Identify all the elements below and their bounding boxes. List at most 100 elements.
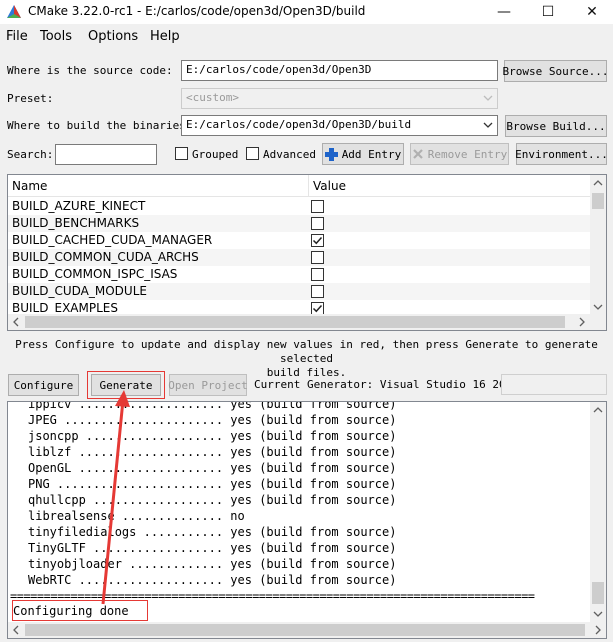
output-line: TinyGLTF .................. yes (build f… — [28, 541, 397, 555]
menu-help[interactable]: Help — [150, 29, 180, 44]
configuring-done-annotation-box — [12, 600, 148, 621]
variable-name: BUILD_CACHED_CUDA_MANAGER — [12, 233, 213, 247]
chevron-down-icon — [483, 95, 493, 101]
remove-entry-button[interactable]: Remove Entry — [410, 143, 509, 165]
close-icon: ✕ — [586, 4, 598, 20]
table-row[interactable]: BUILD_COMMON_ISPC_ISAS — [8, 266, 592, 283]
open-project-button[interactable]: Open Project — [168, 374, 248, 396]
advanced-checkbox[interactable] — [246, 147, 259, 160]
add-entry-label: Add Entry — [341, 147, 402, 161]
scroll-left-icon[interactable] — [8, 622, 24, 638]
value-checkbox[interactable] — [311, 200, 324, 213]
checkmark-icon — [312, 236, 323, 245]
table-horizontal-scrollbar[interactable] — [8, 314, 606, 330]
remove-icon — [412, 149, 423, 159]
table-row[interactable]: BUILD_AZURE_KINECT — [8, 198, 592, 215]
build-path-value: E:/carlos/code/open3d/Open3D/build — [186, 118, 412, 131]
add-entry-button[interactable]: Add Entry — [322, 143, 404, 165]
table-row[interactable]: BUILD_CUDA_MODULE — [8, 283, 592, 300]
browse-build-button[interactable]: Browse Build... — [505, 115, 607, 137]
maximize-button[interactable]: ☐ — [528, 0, 568, 24]
output-line: liblzf .................... yes (build f… — [28, 445, 397, 459]
menu-tools[interactable]: Tools — [40, 29, 72, 44]
output-horizontal-scrollbar[interactable] — [8, 622, 606, 638]
checkmark-icon — [312, 304, 323, 313]
menu-bar: File Tools Options Help — [0, 26, 613, 48]
output-vertical-scrollbar[interactable] — [590, 402, 606, 622]
cache-variables-table[interactable]: Name Value BUILD_AZURE_KINECT BUILD_BENCH… — [7, 174, 607, 331]
variable-name: BUILD_EXAMPLES — [12, 301, 118, 315]
output-line: OpenGL .................... yes (build f… — [28, 461, 397, 475]
configure-button[interactable]: Configure — [8, 374, 79, 396]
variable-name: BUILD_COMMON_ISPC_ISAS — [12, 267, 178, 281]
scroll-right-icon[interactable] — [574, 314, 590, 330]
preset-label: Preset: — [7, 92, 54, 105]
output-line: tinyfiledialogs ........... yes (build f… — [28, 525, 397, 539]
source-label: Where is the source code: — [7, 64, 173, 77]
output-line: jsoncpp ................... yes (build f… — [28, 429, 397, 443]
column-header-value[interactable]: Value — [313, 179, 346, 193]
build-path-combo[interactable]: E:/carlos/code/open3d/Open3D/build — [181, 115, 498, 136]
value-checkbox[interactable] — [311, 234, 324, 247]
scroll-down-icon[interactable] — [590, 299, 606, 315]
scroll-thumb-horizontal[interactable] — [25, 316, 565, 328]
variable-name: BUILD_COMMON_CUDA_ARCHS — [12, 250, 199, 264]
grouped-checkbox[interactable] — [175, 147, 188, 160]
variable-name: BUILD_BENCHMARKS — [12, 216, 140, 230]
value-checkbox[interactable] — [311, 285, 324, 298]
search-label: Search: — [7, 148, 54, 161]
minimize-icon: — — [497, 4, 511, 20]
current-generator-label: Current Generator: Visual Studio 16 2019 — [254, 378, 519, 391]
title-bar: CMake 3.22.0-rc1 - E:/carlos/code/open3d… — [0, 0, 613, 24]
minimize-button[interactable]: — — [484, 0, 524, 24]
column-header-name[interactable]: Name — [12, 179, 47, 193]
output-line: ippicv .................... yes (build f… — [28, 401, 397, 411]
cmake-logo-icon — [7, 5, 21, 18]
grouped-label: Grouped — [192, 148, 239, 161]
variable-name: BUILD_AZURE_KINECT — [12, 199, 146, 213]
table-row[interactable]: BUILD_BENCHMARKS — [8, 215, 592, 232]
preset-value: <custom> — [186, 91, 239, 104]
output-line: qhullcpp .................. yes (build f… — [28, 493, 397, 507]
scroll-right-icon[interactable] — [590, 622, 606, 638]
window-title: CMake 3.22.0-rc1 - E:/carlos/code/open3d… — [28, 4, 366, 18]
table-header: Name Value — [8, 175, 592, 197]
output-line: PNG ....................... yes (build f… — [28, 477, 397, 491]
variable-name: BUILD_CUDA_MODULE — [12, 284, 147, 298]
table-vertical-scrollbar[interactable] — [590, 175, 606, 315]
browse-source-button[interactable]: Browse Source... — [503, 60, 608, 82]
plus-icon — [324, 147, 338, 161]
hint-line-1: Press Configure to update and display ne… — [15, 338, 598, 365]
preset-select[interactable]: <custom> — [181, 88, 498, 109]
search-input[interactable] — [55, 144, 157, 165]
generate-annotation-box — [87, 371, 165, 399]
scroll-up-icon[interactable] — [590, 175, 606, 191]
output-line: WebRTC .................... yes (build f… — [28, 573, 397, 587]
menu-file[interactable]: File — [6, 29, 28, 44]
output-line: librealsense .............. no — [28, 509, 245, 523]
menu-options[interactable]: Options — [88, 29, 138, 44]
environment-button[interactable]: Environment... — [515, 143, 608, 165]
value-checkbox[interactable] — [311, 251, 324, 264]
remove-entry-label: Remove Entry — [427, 147, 508, 161]
build-label: Where to build the binaries: — [7, 119, 193, 132]
value-checkbox[interactable] — [311, 217, 324, 230]
chevron-down-icon — [483, 122, 493, 128]
table-row[interactable]: BUILD_CACHED_CUDA_MANAGER — [8, 232, 592, 249]
output-line: tinyobjloader ............. yes (build f… — [28, 557, 397, 571]
table-row[interactable]: BUILD_COMMON_CUDA_ARCHS — [8, 249, 592, 266]
value-checkbox[interactable] — [311, 268, 324, 281]
scroll-thumb-horizontal[interactable] — [25, 624, 585, 636]
column-divider — [308, 175, 309, 197]
close-button[interactable]: ✕ — [572, 0, 612, 24]
scroll-thumb[interactable] — [592, 582, 604, 604]
advanced-label: Advanced — [263, 148, 316, 161]
scroll-left-icon[interactable] — [8, 314, 24, 330]
scroll-thumb[interactable] — [592, 193, 604, 209]
source-path-input[interactable]: E:/carlos/code/open3d/Open3D — [181, 60, 498, 81]
scroll-down-icon[interactable] — [590, 606, 606, 622]
scroll-up-icon[interactable] — [590, 402, 606, 418]
generator-status-field — [501, 374, 607, 395]
output-line: JPEG ...................... yes (build f… — [28, 413, 397, 427]
maximize-icon: ☐ — [541, 4, 555, 20]
